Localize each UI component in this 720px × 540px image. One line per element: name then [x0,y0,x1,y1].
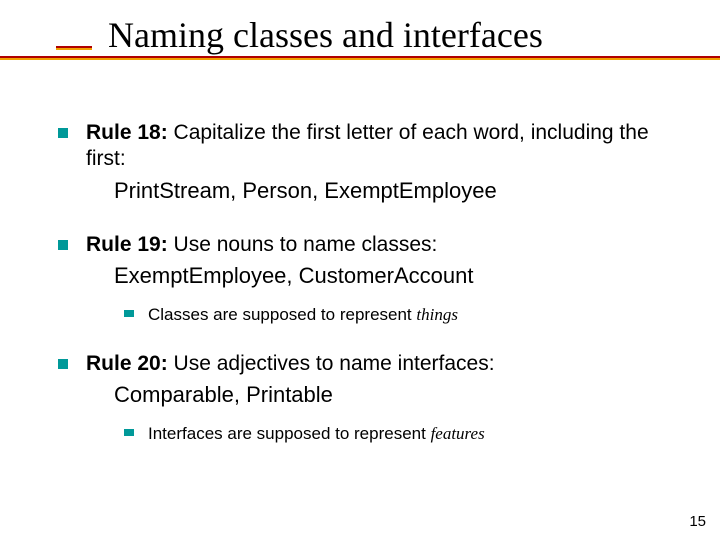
sub-em: features [431,424,485,443]
sub-lead: Classes are supposed to represent [148,305,416,324]
page-number: 15 [689,513,706,530]
square-bullet-icon [58,359,68,369]
title-rule-orange [0,58,720,60]
rule-label: Rule 18: [86,121,168,144]
bullet-item: Rule 19: Use nouns to name classes: Exem… [58,232,668,290]
square-bullet-icon [124,310,134,317]
title-bar: Naming classes and interfaces [0,14,720,56]
rule-text: Capitalize the first letter of each word… [86,121,649,170]
rule-label: Rule 20: [86,352,168,375]
rule-label: Rule 19: [86,233,168,256]
rule-examples: Comparable, Printable [114,381,668,409]
square-bullet-icon [124,429,134,436]
rule-text: Use nouns to name classes: [168,233,438,256]
sub-bullet-item: Classes are supposed to represent things [124,304,668,325]
rule-text: Use adjectives to name interfaces: [168,352,495,375]
sub-lead: Interfaces are supposed to represent [148,424,431,443]
slide-title: Naming classes and interfaces [108,14,720,56]
rule-examples: PrintStream, Person, ExemptEmployee [114,177,668,205]
square-bullet-icon [58,240,68,250]
square-bullet-icon [58,128,68,138]
slide-body: Rule 18: Capitalize the first letter of … [58,120,668,470]
sub-text: Classes are supposed to represent things [148,304,668,325]
bullet-item: Rule 18: Capitalize the first letter of … [58,120,668,204]
rule-examples: ExemptEmployee, CustomerAccount [114,262,668,290]
sub-bullet-item: Interfaces are supposed to represent fea… [124,423,668,444]
item-text: Rule 19: Use nouns to name classes: Exem… [86,232,668,290]
bullet-item: Rule 20: Use adjectives to name interfac… [58,351,668,409]
item-text: Rule 18: Capitalize the first letter of … [86,120,668,204]
sub-em: things [416,305,458,324]
slide: Naming classes and interfaces Rule 18: C… [0,0,720,540]
sub-text: Interfaces are supposed to represent fea… [148,423,668,444]
item-text: Rule 20: Use adjectives to name interfac… [86,351,668,409]
